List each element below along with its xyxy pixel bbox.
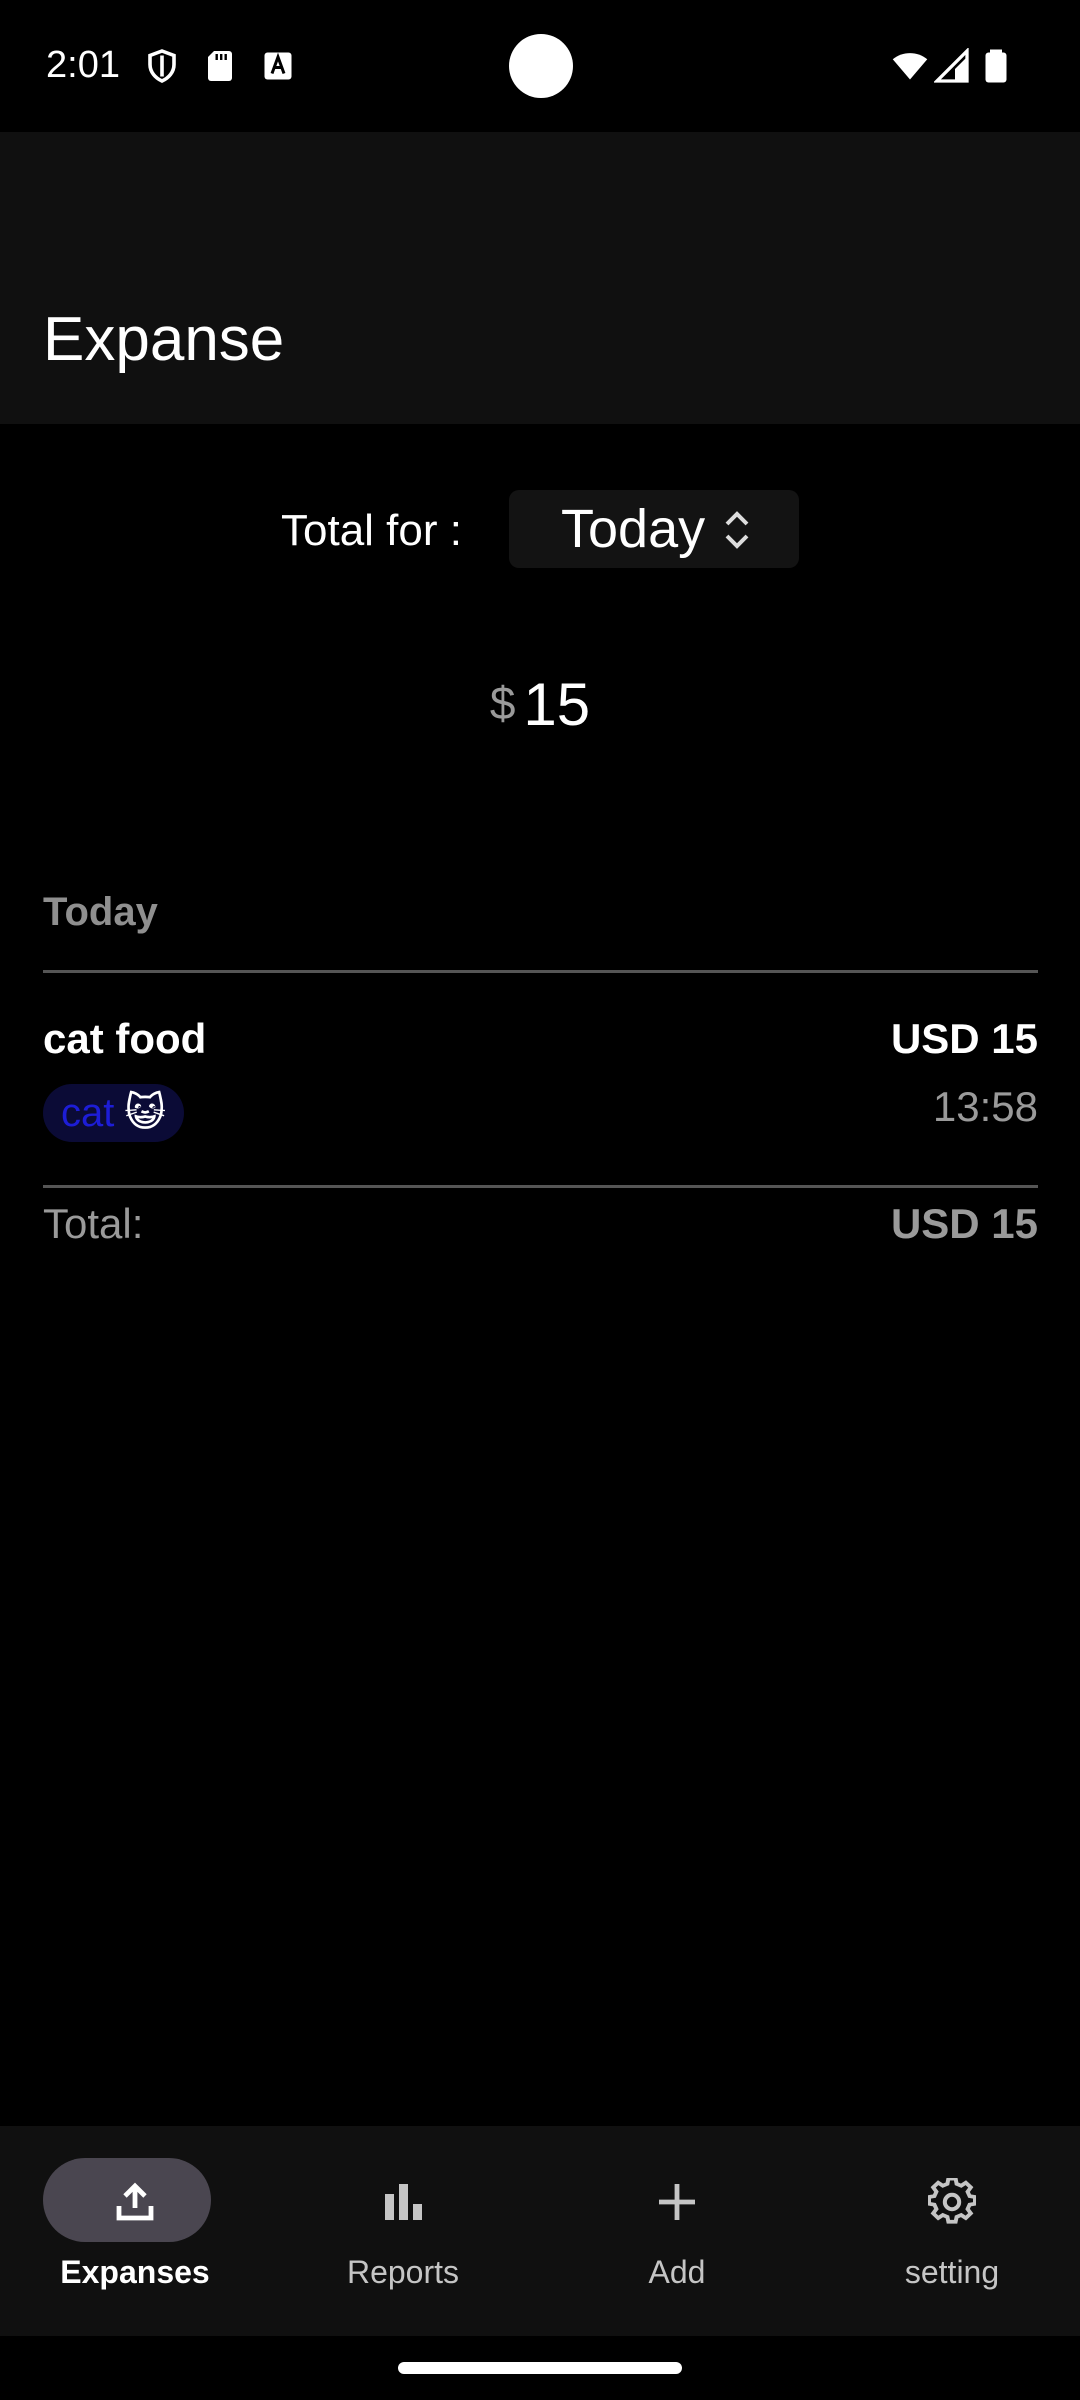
battery-icon [985, 49, 1007, 83]
expense-amount: USD 15 [890, 1015, 1038, 1062]
category-tag-label: cat [61, 1090, 115, 1135]
period-dropdown[interactable]: Today [509, 490, 799, 568]
app-title: Expanse [43, 305, 285, 374]
nav-item-expanses[interactable]: Expanses [0, 2126, 270, 2336]
divider [43, 970, 1038, 973]
shield-icon [148, 49, 176, 83]
list-total-label: Total: [43, 1200, 144, 1247]
cat-emoji-icon: 😺 [124, 1091, 167, 1135]
section-header-today: Today [43, 890, 158, 934]
screen: 2:01 Expanse Total for: Today $ 15 Toda… [0, 0, 1080, 2400]
total-for-row: Total for : Today [0, 490, 1080, 570]
expense-time: 13:58 [932, 1083, 1038, 1130]
amount-value: 15 [523, 671, 591, 738]
expense-title: cat food [43, 1015, 207, 1062]
plus-icon [659, 2184, 695, 2220]
nav-label-expanses: Expanses [60, 2254, 210, 2290]
nav-item-reports[interactable]: Reports [268, 2126, 538, 2336]
upload-icon [116, 2182, 154, 2221]
nav-item-setting[interactable]: setting [817, 2126, 1080, 2336]
unfold-chevron-icon [725, 511, 749, 549]
currency-symbol: $ [489, 677, 516, 729]
camera-cutout [509, 34, 573, 98]
gesture-navigation-bar[interactable] [398, 2362, 682, 2374]
status-bar: 2:01 [0, 0, 1080, 132]
bar-chart-icon [385, 2184, 422, 2220]
total-for-label: Total for : [281, 506, 462, 555]
status-time: 2:01 [46, 44, 120, 86]
list-total-value: USD 15 [890, 1200, 1038, 1247]
font-icon [264, 52, 292, 80]
total-amount: $15 [0, 670, 1080, 739]
nav-label-setting: setting [904, 2254, 1000, 2290]
divider [43, 1185, 1038, 1188]
nav-label-reports: Reports [346, 2254, 460, 2290]
category-tag-chip: cat 😺 [43, 1084, 185, 1142]
signal-icon [934, 48, 969, 83]
wifi-icon [892, 53, 928, 80]
bottom-navigation: Expanses Reports Add setting [0, 2126, 1080, 2336]
nav-item-add[interactable]: Add [542, 2126, 812, 2336]
top-app-bar: Expanse [0, 132, 1080, 424]
nav-label-add: Add [648, 2254, 706, 2290]
gear-icon [928, 2178, 976, 2224]
period-dropdown-value: Today [561, 499, 706, 559]
sd-card-icon [208, 51, 232, 81]
